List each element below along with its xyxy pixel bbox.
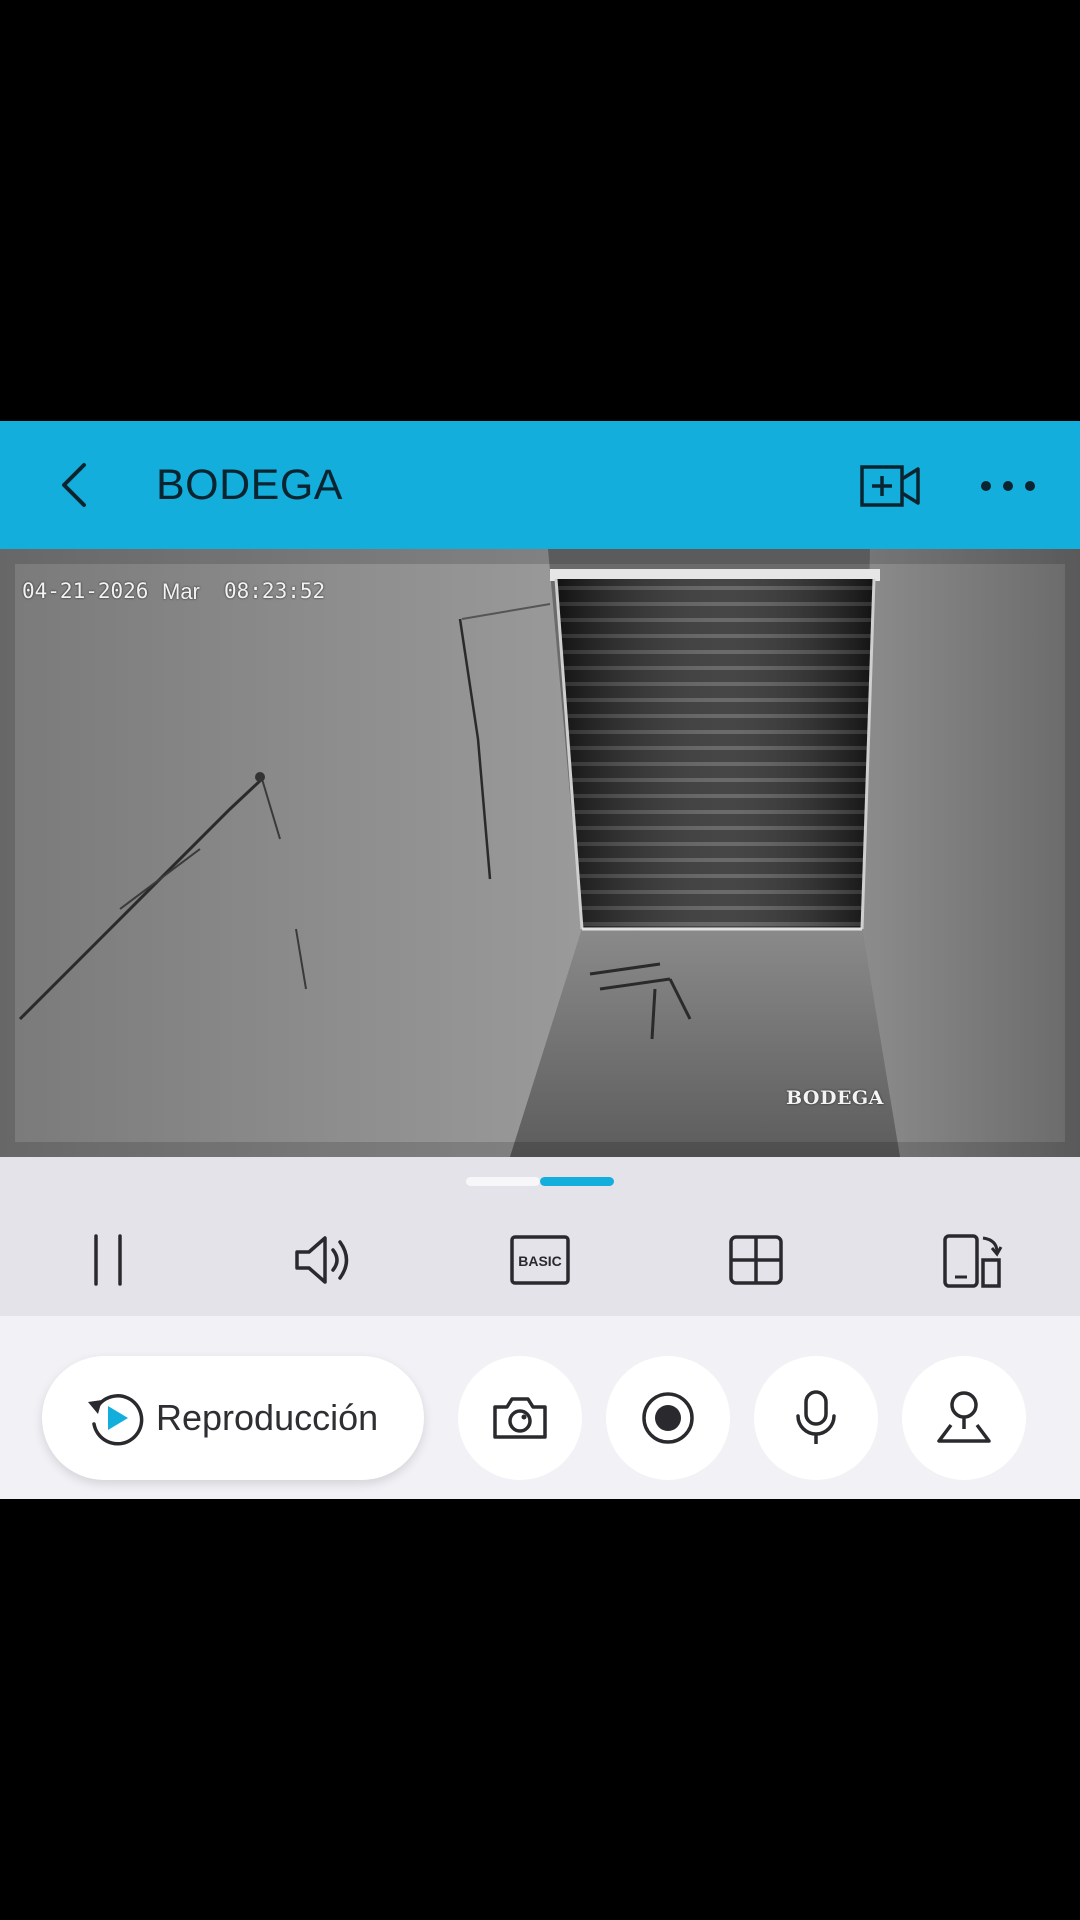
snapshot-button[interactable] bbox=[458, 1356, 582, 1480]
camera-icon bbox=[493, 1397, 547, 1439]
top-app-bar: BODEGA bbox=[0, 421, 1080, 549]
chevron-left-icon bbox=[62, 463, 86, 507]
rotate-button[interactable] bbox=[932, 1225, 1012, 1295]
volume-button[interactable] bbox=[284, 1225, 364, 1295]
camera-feed-image bbox=[0, 549, 1080, 1157]
pause-button[interactable] bbox=[68, 1225, 148, 1295]
grid-icon bbox=[729, 1235, 783, 1285]
ptz-button[interactable] bbox=[902, 1356, 1026, 1480]
playback-label: Reproducción bbox=[156, 1397, 379, 1438]
live-video-view[interactable]: 04-21-2026 Mar 08:23:52 BODEGA bbox=[0, 549, 1080, 1157]
osd-camera-label: BODEGA bbox=[786, 1087, 884, 1109]
page-indicator-dot[interactable] bbox=[466, 1177, 540, 1186]
microphone-icon bbox=[796, 1390, 836, 1444]
osd-time: 08:23:52 bbox=[224, 579, 326, 603]
split-view-button[interactable] bbox=[716, 1225, 796, 1295]
app-screen: BODEGA 04-21-2026 Mar 08:23:52 BODEGA BA… bbox=[0, 0, 1080, 1920]
more-horizontal-icon bbox=[981, 481, 1035, 491]
record-button[interactable] bbox=[606, 1356, 730, 1480]
add-video-icon bbox=[860, 465, 920, 507]
quality-button[interactable]: BASIC bbox=[500, 1225, 580, 1295]
record-icon bbox=[642, 1392, 694, 1444]
talk-button[interactable] bbox=[754, 1356, 878, 1480]
page-indicator[interactable] bbox=[466, 1177, 614, 1186]
pause-icon bbox=[94, 1234, 122, 1286]
action-bar: Reproducción bbox=[0, 1316, 1080, 1499]
osd-weekday: Mar bbox=[162, 579, 200, 604]
ptz-icon bbox=[937, 1391, 991, 1443]
quality-label: BASIC bbox=[518, 1253, 562, 1269]
add-video-button[interactable] bbox=[856, 451, 926, 521]
playback-button[interactable]: Reproducción bbox=[42, 1356, 424, 1480]
speaker-icon bbox=[295, 1236, 349, 1284]
replay-icon bbox=[84, 1386, 148, 1450]
back-button[interactable] bbox=[36, 447, 112, 523]
osd-date: 04-21-2026 bbox=[22, 579, 149, 603]
rotate-device-icon bbox=[943, 1234, 1003, 1288]
more-options-button[interactable] bbox=[970, 451, 1046, 521]
page-indicator-dot-active[interactable] bbox=[540, 1177, 614, 1186]
camera-title: BODEGA bbox=[156, 461, 343, 509]
basic-quality-icon: BASIC bbox=[510, 1235, 570, 1285]
video-controls-bar: BASIC bbox=[0, 1157, 1080, 1316]
